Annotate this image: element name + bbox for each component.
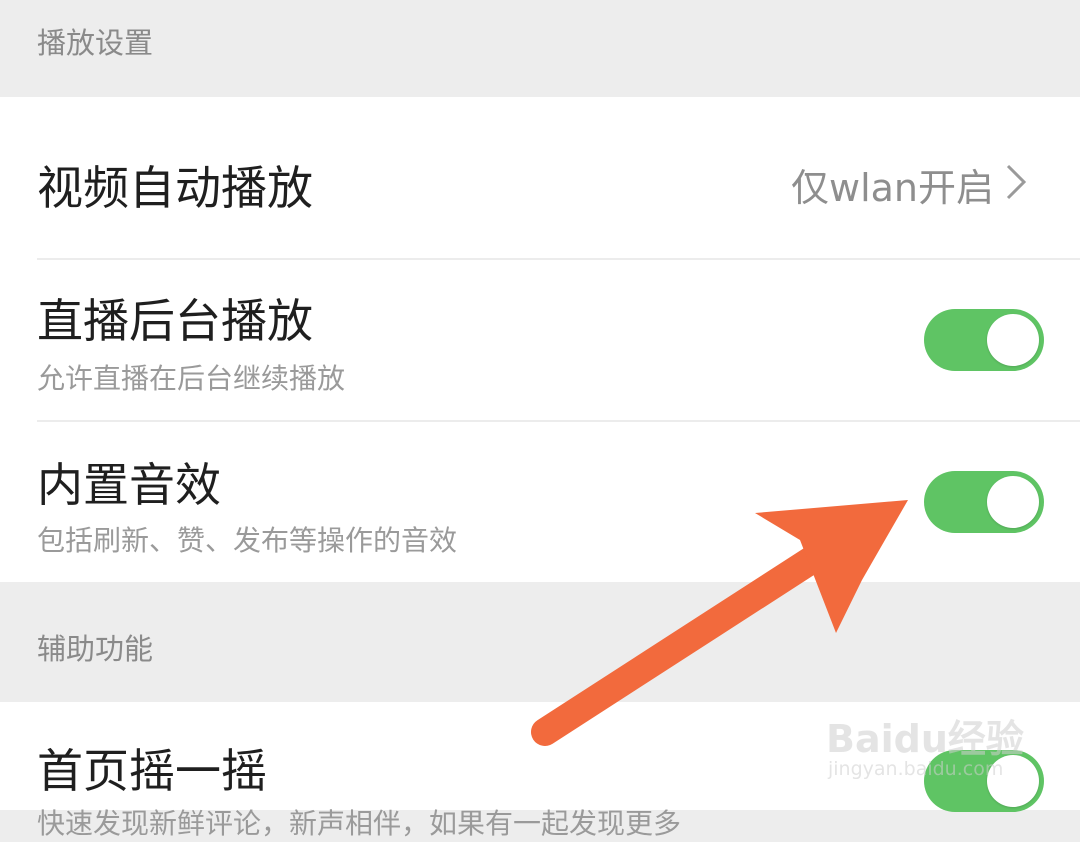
builtin-sound-toggle[interactable] (924, 471, 1044, 533)
video-autoplay-value: 仅wlan开启 (790, 166, 994, 210)
toggle-knob (987, 314, 1039, 366)
baidu-watermark-logo: Baidu经验 (826, 717, 1024, 761)
live-background-description: 允许直播在后台继续播放 (37, 362, 346, 395)
shake-home-label: 首页摇一摇 (37, 744, 267, 798)
toggle-knob (987, 476, 1039, 528)
builtin-sound-label: 内置音效 (37, 458, 221, 512)
section-header-accessibility-label: 辅助功能 (37, 632, 154, 666)
section-header-accessibility: 辅助功能 (0, 582, 1080, 702)
video-autoplay-label: 视频自动播放 (37, 161, 313, 215)
playback-settings-group: 视频自动播放 仅wlan开启 直播后台播放 允许直播在后台继续播放 内置音效 包… (0, 97, 1080, 582)
section-header-playback-label: 播放设置 (37, 26, 154, 60)
live-background-label: 直播后台播放 (37, 294, 313, 348)
live-background-toggle[interactable] (924, 309, 1044, 371)
video-autoplay-row[interactable]: 视频自动播放 仅wlan开启 (0, 97, 1080, 259)
builtin-sound-row: 内置音效 包括刷新、赞、发布等操作的音效 (0, 422, 1080, 582)
builtin-sound-description: 包括刷新、赞、发布等操作的音效 (37, 524, 458, 557)
baidu-watermark-url: jingyan.baidu.com (828, 758, 1004, 780)
live-background-row: 直播后台播放 允许直播在后台继续播放 (0, 260, 1080, 420)
shake-home-description: 快速发现新鲜评论，新声相伴，如果有一起发现更多 (37, 807, 682, 840)
section-header-playback: 播放设置 (0, 0, 1080, 97)
chevron-right-icon (1006, 164, 1027, 200)
baidu-watermark: Baidu经验 jingyan.baidu.com (826, 690, 1026, 790)
